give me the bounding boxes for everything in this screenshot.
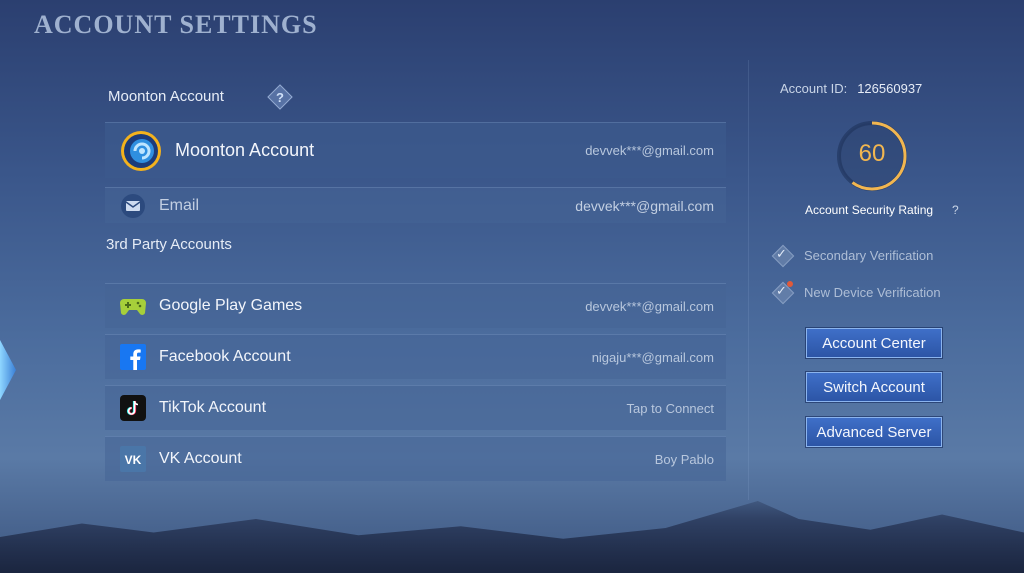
- checkmark-icon: [772, 245, 792, 265]
- facebook-row[interactable]: Facebook Account nigaju***@gmail.com: [105, 334, 726, 379]
- moonton-section-label: Moonton Account: [108, 88, 224, 105]
- tiktok-connect-link[interactable]: Tap to Connect: [627, 401, 714, 416]
- secondary-verification-label: Secondary Verification: [804, 247, 934, 263]
- vk-icon: VK: [119, 445, 147, 473]
- email-value: devvek***@gmail.com: [575, 197, 714, 214]
- security-rating-value: 60: [858, 140, 886, 167]
- account-id-value: 126560937: [857, 81, 923, 96]
- back-arrow-icon[interactable]: [0, 340, 16, 400]
- switch-account-button[interactable]: Switch Account: [806, 372, 942, 402]
- new-device-verification-label: New Device Verification: [804, 284, 941, 300]
- tiktok-label: TikTok Account: [159, 399, 267, 416]
- secondary-verification[interactable]: Secondary Verification: [772, 245, 933, 265]
- google-play-value: devvek***@gmail.com: [585, 298, 714, 314]
- new-device-verification[interactable]: New Device Verification: [772, 281, 941, 302]
- account-id-label: Account ID:: [780, 81, 848, 96]
- moonton-account-email: devvek***@gmail.com: [585, 143, 714, 158]
- moonton-account-label: Moonton Account: [175, 140, 315, 160]
- vk-label: VK Account: [159, 450, 242, 467]
- vk-row[interactable]: VK VK Account Boy Pablo: [105, 436, 726, 481]
- tiktok-icon: [119, 394, 147, 422]
- facebook-value: nigaju***@gmail.com: [591, 349, 714, 365]
- account-id: Account ID: 126560937: [780, 81, 922, 96]
- email-label: Email: [159, 196, 200, 214]
- google-play-label: Google Play Games: [159, 297, 303, 314]
- moonton-account-row[interactable]: Moonton Account devvek***@gmail.com: [105, 122, 726, 178]
- tiktok-row[interactable]: TikTok Account Tap to Connect: [105, 385, 726, 430]
- alert-dot-icon: [787, 281, 793, 287]
- moonton-logo-icon: [119, 129, 163, 173]
- help-icon[interactable]: ?: [269, 86, 291, 108]
- page-title: ACCOUNT SETTINGS: [34, 10, 318, 39]
- account-center-button[interactable]: Account Center: [806, 328, 942, 358]
- gamepad-icon: [119, 292, 147, 320]
- svg-text:VK: VK: [125, 453, 142, 467]
- vk-value: Boy Pablo: [654, 451, 714, 467]
- facebook-icon: [119, 343, 147, 371]
- advanced-server-button[interactable]: Advanced Server: [806, 417, 942, 447]
- envelope-icon: [119, 192, 147, 220]
- third-party-section-label: 3rd Party Accounts: [106, 236, 232, 253]
- security-help-icon[interactable]: ?: [952, 203, 959, 217]
- checkmark-icon: [772, 281, 793, 302]
- email-row[interactable]: Email devvek***@gmail.com: [105, 187, 726, 223]
- google-play-row[interactable]: Google Play Games devvek***@gmail.com: [105, 283, 726, 328]
- facebook-label: Facebook Account: [159, 348, 291, 365]
- security-rating-label: Account Security Rating: [805, 203, 934, 217]
